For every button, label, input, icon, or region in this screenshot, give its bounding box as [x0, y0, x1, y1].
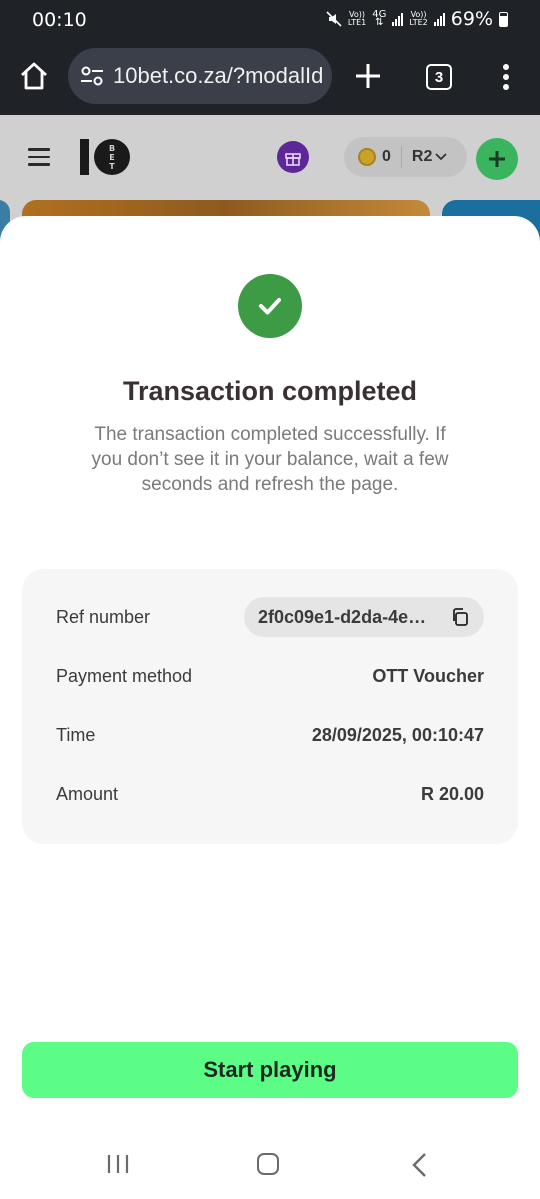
signal-icon — [392, 12, 404, 26]
home-icon[interactable] — [18, 60, 50, 92]
wallet-divider — [400, 146, 402, 168]
sim1-label: Vo)) LTE1 — [347, 10, 367, 27]
svg-text:T: T — [109, 162, 115, 171]
detail-row-ref: Ref number 2f0c09e1-d2da-4e… — [56, 597, 484, 637]
sim2-label: Vo)) LTE2 — [409, 10, 428, 27]
browser-toolbar: 10bet.co.za/?modalId 3 — [0, 40, 540, 115]
ref-value: 2f0c09e1-d2da-4e… — [258, 606, 427, 627]
coin-icon — [358, 148, 376, 166]
recent-apps-icon[interactable] — [106, 1154, 130, 1174]
detail-row-time: Time 28/09/2025, 00:10:47 — [56, 715, 484, 755]
transaction-details-card: Ref number 2f0c09e1-d2da-4e… Payment met… — [22, 569, 518, 844]
plus-icon[interactable] — [354, 62, 382, 90]
ref-label: Ref number — [56, 606, 151, 627]
time-value: 28/09/2025, 00:10:47 — [311, 724, 484, 745]
success-check-icon — [238, 274, 302, 338]
system-nav-bar — [0, 1130, 540, 1199]
detail-row-amount: Amount R 20.00 — [56, 774, 484, 814]
signal-icon-2 — [433, 12, 445, 26]
time-label: Time — [56, 724, 96, 745]
status-bar: 00:10 Vo)) LTE1 4G ⇅ Vo)) LTE2 69% — [0, 0, 540, 40]
method-label: Payment method — [56, 665, 193, 686]
network-type: 4G ⇅ — [372, 9, 387, 28]
start-playing-button[interactable]: Start playing — [22, 1042, 518, 1098]
coin-count: 0 — [382, 148, 391, 165]
transaction-modal: Transaction completed The transaction co… — [0, 216, 540, 1199]
address-bar[interactable]: 10bet.co.za/?modalId — [68, 48, 332, 104]
modal-title: Transaction completed — [122, 376, 418, 406]
site-settings-icon[interactable] — [80, 65, 104, 87]
copy-icon[interactable] — [450, 607, 470, 627]
more-options-icon[interactable] — [496, 62, 516, 92]
status-indicators: Vo)) LTE1 4G ⇅ Vo)) LTE2 69% — [326, 8, 508, 30]
hamburger-menu-icon[interactable] — [28, 148, 50, 166]
amount-label: Amount — [56, 783, 119, 804]
svg-text:E: E — [109, 153, 114, 162]
svg-text:B: B — [109, 144, 115, 153]
chevron-down-icon — [435, 153, 447, 161]
wallet-selector[interactable]: 0 R2 — [344, 137, 467, 177]
brand-logo: B E T — [80, 139, 130, 175]
battery-icon — [499, 11, 508, 27]
detail-row-method: Payment method OTT Voucher — [56, 656, 484, 696]
home-nav-icon[interactable] — [257, 1153, 279, 1175]
deposit-button[interactable] — [476, 138, 518, 180]
method-value: OTT Voucher — [372, 665, 484, 686]
modal-description: The transaction completed successfully. … — [91, 424, 449, 495]
gift-button[interactable] — [277, 141, 309, 173]
gift-icon — [285, 153, 301, 166]
status-time: 00:10 — [32, 9, 87, 31]
tab-switcher-button[interactable]: 3 — [426, 64, 452, 90]
battery-percent: 69% — [450, 8, 493, 30]
balance-value: R2 — [411, 148, 433, 165]
amount-value: R 20.00 — [420, 783, 484, 804]
plus-icon — [489, 151, 505, 167]
back-icon[interactable] — [410, 1152, 428, 1178]
url-text: 10bet.co.za/?modalId — [113, 63, 324, 88]
site-header: B E T 0 R2 — [0, 115, 540, 205]
ref-copy-button[interactable]: 2f0c09e1-d2da-4e… — [244, 597, 484, 637]
mute-icon — [326, 11, 342, 27]
